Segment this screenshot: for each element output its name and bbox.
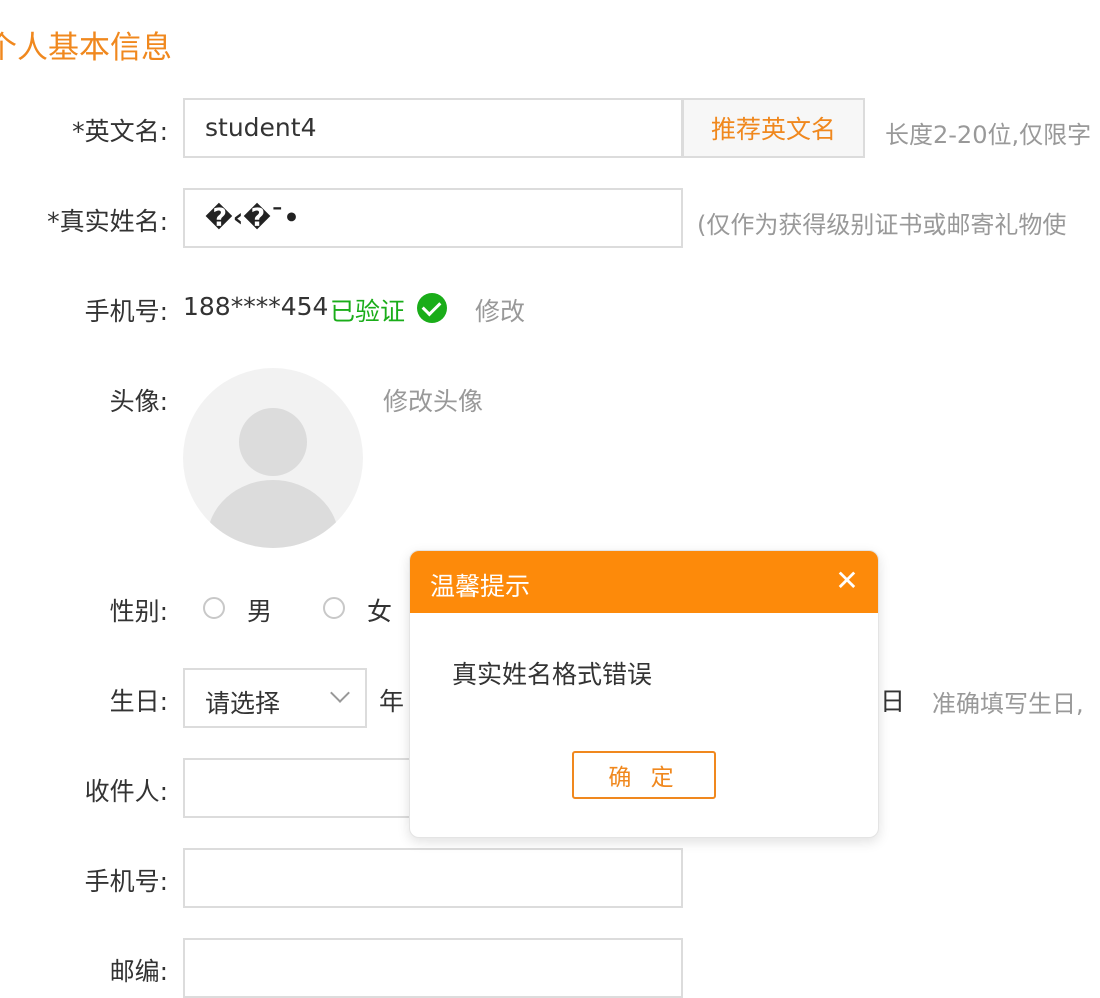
- real-name-input[interactable]: �‹�¯•: [183, 188, 683, 248]
- english-name-value: student4: [205, 113, 317, 142]
- avatar-head-shape: [239, 408, 307, 476]
- real-name-value: �‹�¯•: [205, 203, 300, 232]
- english-name-input[interactable]: student4: [183, 98, 683, 158]
- birthday-label: 生日:: [109, 687, 168, 716]
- avatar-label: 头像:: [109, 387, 168, 416]
- avatar: [183, 368, 363, 548]
- avatar-body-shape: [207, 480, 339, 548]
- dialog-header: 温馨提示 ✕: [410, 551, 878, 613]
- postcode-label: 邮编:: [109, 957, 168, 986]
- english-name-hint: 长度2-20位,仅限字: [885, 121, 1092, 149]
- birthday-hint: 准确填写生日,: [932, 690, 1084, 718]
- birthday-year-select[interactable]: 请选择: [183, 668, 367, 728]
- english-name-label: *英文名:: [72, 117, 168, 146]
- close-icon[interactable]: ✕: [832, 563, 862, 599]
- confirm-button[interactable]: 确 定: [572, 751, 716, 799]
- dialog-message: 真实姓名格式错误: [452, 660, 653, 689]
- phone-verified-text: 已验证: [330, 297, 406, 326]
- alert-dialog: 温馨提示 ✕ 真实姓名格式错误 确 定: [409, 550, 879, 838]
- verified-check-icon: [417, 293, 447, 323]
- birthday-year-unit: 年: [379, 687, 405, 716]
- recommend-english-name-button[interactable]: 推荐英文名: [682, 98, 865, 158]
- recipient-label: 收件人:: [84, 777, 168, 806]
- postcode-input[interactable]: [183, 938, 683, 998]
- avatar-edit-link[interactable]: 修改头像: [383, 382, 483, 418]
- chevron-down-icon: [330, 683, 350, 703]
- real-name-hint: (仅作为获得级别证书或邮寄礼物使: [697, 211, 1067, 239]
- gender-female-radio[interactable]: [323, 597, 345, 619]
- dialog-title: 温馨提示: [430, 572, 531, 601]
- gender-male-label[interactable]: 男: [247, 592, 272, 628]
- real-name-label: *真实姓名:: [47, 207, 168, 236]
- gender-label: 性别:: [109, 597, 168, 626]
- gender-female-label[interactable]: 女: [367, 592, 392, 628]
- section-title: 个人基本信息: [0, 30, 172, 66]
- phone-value: 188****454: [183, 292, 329, 321]
- recipient-phone-input[interactable]: [183, 848, 683, 908]
- birthday-day-unit: 日: [880, 687, 906, 716]
- gender-male-radio[interactable]: [203, 597, 225, 619]
- recipient-phone-label: 手机号:: [84, 867, 168, 896]
- phone-label: 手机号:: [84, 297, 168, 326]
- phone-edit-link[interactable]: 修改: [475, 292, 525, 328]
- birthday-year-placeholder: 请选择: [205, 689, 281, 718]
